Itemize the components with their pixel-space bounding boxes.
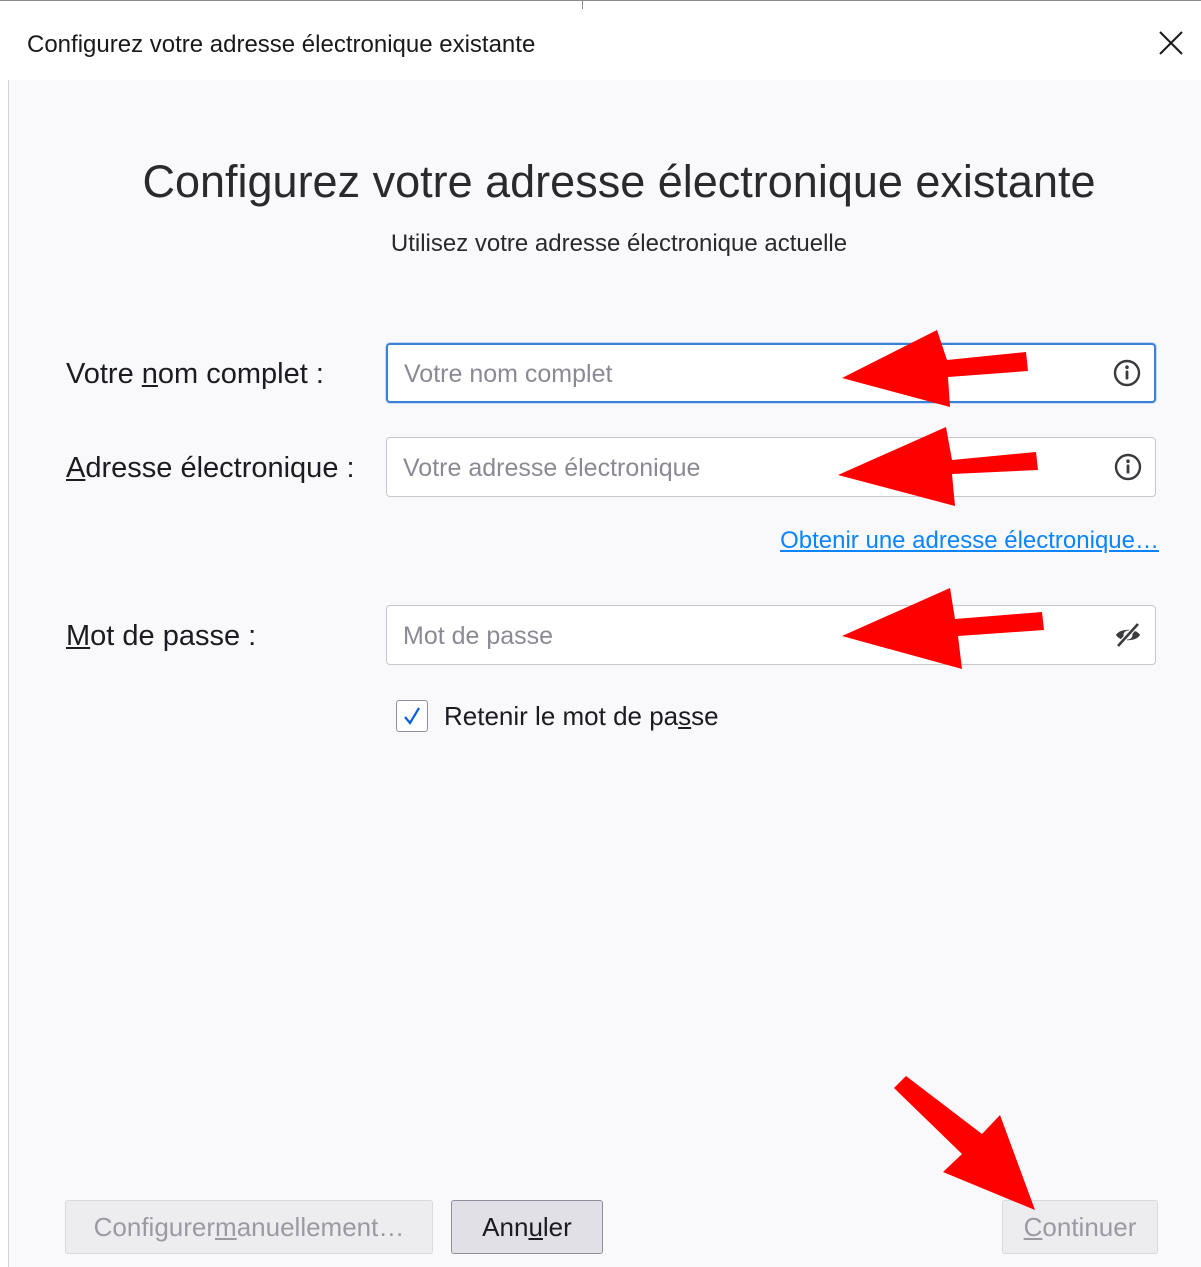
full-name-label-suffix: om complet :: [157, 358, 324, 390]
cancel-button-prefix: Ann: [482, 1211, 529, 1242]
close-button[interactable]: [1151, 23, 1191, 63]
continue-button[interactable]: Continuer: [1002, 1200, 1158, 1254]
configure-manually-button[interactable]: Configurer m anuellement…: [65, 1200, 433, 1254]
full-name-input[interactable]: [402, 345, 1086, 403]
remember-password-label: Retenir le mot de passe: [444, 701, 719, 732]
window-title: Configurez votre adresse électronique ex…: [27, 31, 536, 58]
title-bar: Configurez votre adresse électronique ex…: [0, 0, 1201, 81]
password-label-accesskey: M: [66, 620, 91, 652]
email-field[interactable]: [386, 437, 1156, 498]
password-input[interactable]: [401, 606, 1085, 666]
continue-button-accesskey: C: [1023, 1211, 1043, 1242]
password-field[interactable]: [386, 605, 1156, 666]
remember-label-accesskey: s: [678, 700, 692, 731]
get-email-address-link[interactable]: Obtenir une adresse électronique…: [780, 527, 1159, 555]
continue-button-suffix: ontinuer: [1042, 1211, 1137, 1242]
manual-button-prefix: Configurer: [93, 1211, 216, 1242]
checkmark-icon: [404, 707, 420, 725]
remember-label-prefix: Retenir le mot de pa: [444, 700, 679, 731]
remember-password-row[interactable]: Retenir le mot de passe: [396, 700, 719, 732]
info-icon[interactable]: [1113, 452, 1143, 482]
get-email-link-accesskey: O: [780, 527, 799, 554]
email-label: Adresse électronique :: [66, 452, 355, 485]
remember-password-checkbox[interactable]: [396, 700, 428, 732]
title-bar-tick: [582, 1, 583, 9]
page-subtitle: Utilisez votre adresse électronique actu…: [390, 230, 848, 257]
manual-button-accesskey: m: [215, 1211, 237, 1242]
email-label-suffix: dresse électronique :: [85, 452, 355, 484]
dialog-content: Configurez votre adresse électronique ex…: [8, 80, 1201, 1267]
password-label-suffix: ot de passe :: [90, 620, 257, 652]
full-name-field[interactable]: [386, 343, 1156, 403]
manual-button-suffix: anuellement…: [236, 1211, 405, 1242]
cancel-button-accesskey: u: [528, 1211, 543, 1242]
email-input[interactable]: [401, 438, 1085, 498]
email-label-accesskey: A: [66, 452, 86, 484]
full-name-label-prefix: Votre: [66, 358, 142, 390]
get-email-link-text: btenir une adresse électronique…: [798, 527, 1159, 554]
eye-slash-icon[interactable]: [1113, 620, 1143, 650]
full-name-label-accesskey: n: [141, 358, 158, 390]
remember-label-suffix: se: [691, 700, 719, 731]
password-label: Mot de passe :: [66, 620, 256, 653]
full-name-label: Votre nom complet :: [66, 358, 324, 391]
cancel-button[interactable]: Ann u ler: [451, 1200, 603, 1254]
cancel-button-suffix: ler: [542, 1211, 572, 1242]
close-icon: [1159, 31, 1183, 55]
info-icon[interactable]: [1112, 358, 1142, 388]
page-title: Configurez votre adresse électronique ex…: [142, 156, 1096, 207]
